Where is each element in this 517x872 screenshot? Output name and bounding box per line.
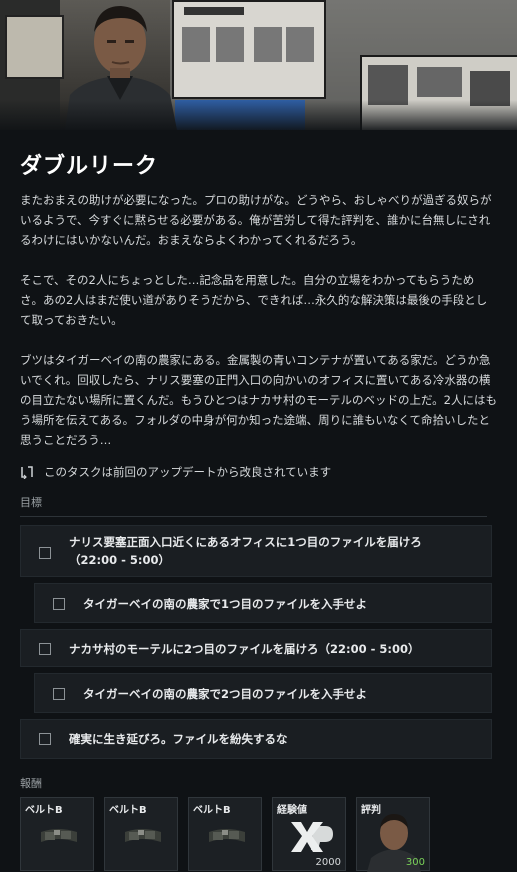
objective-checkbox[interactable]: [39, 733, 51, 745]
objective-text: タイガーベイの南の農家で1つ目のファイルを入手せよ: [83, 597, 367, 611]
objective-subitem[interactable]: タイガーベイの南の農家で2つ目のファイルを入手せよ: [34, 673, 492, 713]
objective-item[interactable]: ナリス要塞正面入口近くにあるオフィスに1つ目のファイルを届けろ（22:00 - …: [20, 525, 492, 577]
update-icon: [21, 466, 33, 479]
objective-checkbox[interactable]: [39, 547, 51, 559]
reward-value: 300: [405, 857, 425, 868]
objective-text: ナリス要塞正面入口近くにあるオフィスに1つ目のファイルを届けろ（22:00 - …: [69, 535, 422, 567]
objective-checkbox[interactable]: [53, 688, 65, 700]
update-notice: このタスクは前回のアップデートから改良されています: [20, 462, 497, 482]
objectives-divider: [20, 516, 487, 517]
mission-hero-image: [0, 0, 517, 130]
belt-icon: [41, 829, 77, 842]
reward-item[interactable]: 経験値 2000: [272, 797, 346, 871]
objective-item[interactable]: 確実に生き延びろ。ファイルを紛失するな: [20, 719, 492, 759]
hero-fade: [0, 100, 517, 130]
reward-item[interactable]: 評判 300: [356, 797, 430, 872]
objective-checkbox[interactable]: [53, 598, 65, 610]
rewards-list: ベルトB ベルトB ベルトB 経験値 2000 評判 300: [20, 797, 497, 872]
belt-icon: [209, 829, 245, 842]
rewards-label: 報酬: [20, 777, 42, 790]
objective-text: タイガーベイの南の農家で2つ目のファイルを入手せよ: [83, 687, 367, 701]
update-notice-text: このタスクは前回のアップデートから改良されています: [44, 465, 332, 479]
mission-description-3: ブツはタイガーベイの南の農家にある。金属製の青いコンテナが置いてある家だ。どうか…: [20, 353, 497, 447]
reward-item[interactable]: ベルトB: [104, 797, 178, 871]
objective-item[interactable]: ナカサ村のモーテルに2つ目のファイルを届けろ（22:00 - 5:00）: [20, 629, 492, 667]
reward-item[interactable]: ベルトB: [188, 797, 262, 871]
mission-description-2: そこで、その2人にちょっとした…記念品を用意した。自分の立場をわかってもらうため…: [20, 273, 488, 327]
mission-description-1: またおまえの助けが必要になった。プロの助けがな。どうやら、おしゃべりが過ぎる奴ら…: [20, 193, 492, 247]
objective-subitem[interactable]: タイガーベイの南の農家で1つ目のファイルを入手せよ: [34, 583, 492, 623]
reward-item[interactable]: ベルトB: [20, 797, 94, 871]
belt-icon: [125, 829, 161, 842]
mission-title: ダブルリーク: [20, 154, 159, 179]
objective-text: 確実に生き延びろ。ファイルを紛失するな: [69, 732, 288, 746]
objective-checkbox[interactable]: [39, 643, 51, 655]
mission-details: ダブルリーク またおまえの助けが必要になった。プロの助けがな。どうやら、おしゃべ…: [0, 148, 517, 872]
objectives-label: 目標: [20, 496, 42, 509]
hero-poster: [172, 0, 326, 99]
reward-value: 2000: [315, 857, 341, 868]
objective-text: ナカサ村のモーテルに2つ目のファイルを届けろ（22:00 - 5:00）: [69, 642, 420, 656]
